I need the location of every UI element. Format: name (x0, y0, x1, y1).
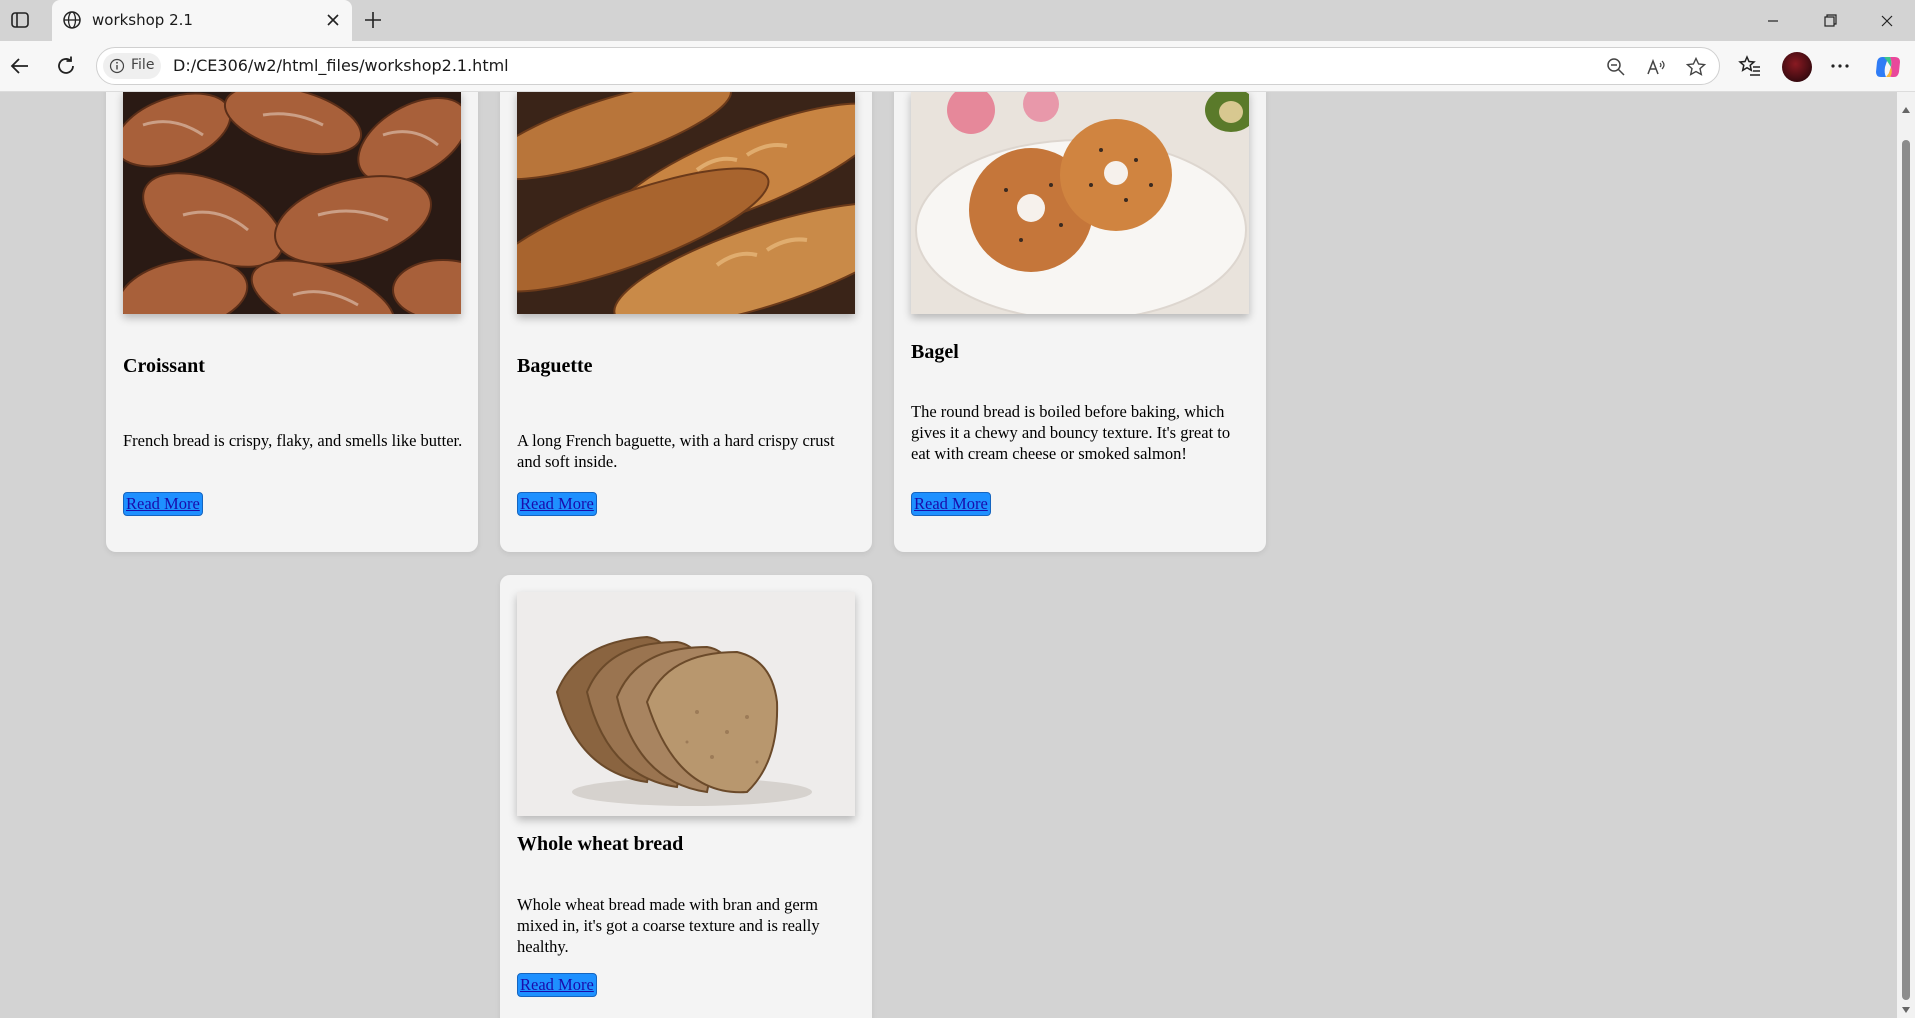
tab-actions-icon[interactable] (10, 10, 30, 30)
copilot-icon[interactable] (1874, 53, 1902, 81)
whole-wheat-bread-photo (517, 592, 855, 816)
croissant-photo (123, 92, 461, 314)
browser-tab[interactable]: workshop 2.1 (52, 0, 352, 41)
product-card: Whole wheat bread Whole wheat bread made… (500, 575, 872, 1018)
more-options-icon[interactable] (1828, 54, 1852, 78)
restore-icon[interactable] (1810, 8, 1850, 34)
file-label: File (131, 57, 155, 73)
site-info-button[interactable]: File (103, 53, 161, 79)
card-title: Bagel (911, 341, 959, 363)
back-arrow-icon[interactable] (8, 54, 32, 78)
close-icon[interactable] (324, 11, 342, 29)
url-text[interactable]: D:/CE306/w2/html_files/workshop2.1.html (173, 56, 509, 75)
scroll-up-arrow-icon[interactable] (1901, 102, 1911, 113)
product-card: Baguette A long French baguette, with a … (500, 92, 872, 552)
zoom-out-icon[interactable] (1605, 56, 1627, 78)
card-title: Baguette (517, 355, 593, 377)
address-bar[interactable]: File D:/CE306/w2/html_files/workshop2.1.… (96, 47, 1720, 85)
baguette-photo (517, 92, 855, 314)
read-more-button[interactable]: Read More (911, 492, 991, 516)
profile-avatar[interactable] (1782, 52, 1812, 82)
info-icon (109, 58, 125, 74)
reload-icon[interactable] (54, 54, 78, 78)
bagel-photo (911, 92, 1249, 314)
read-more-button[interactable]: Read More (123, 492, 203, 516)
globe-icon (62, 10, 82, 30)
product-card: Croissant French bread is crispy, flaky,… (106, 92, 478, 552)
card-title: Croissant (123, 355, 205, 377)
favorites-icon[interactable] (1738, 54, 1762, 78)
read-more-button[interactable]: Read More (517, 973, 597, 997)
new-tab-plus-icon[interactable] (362, 9, 384, 31)
minimize-icon[interactable] (1753, 8, 1793, 34)
card-title: Whole wheat bread (517, 833, 684, 855)
star-icon[interactable] (1685, 56, 1707, 78)
card-description: A long French baguette, with a hard cris… (517, 431, 835, 471)
scrollbar-thumb[interactable] (1902, 140, 1910, 1000)
page-viewport: Croissant French bread is crispy, flaky,… (0, 92, 1915, 1018)
card-description: The round bread is boiled before baking,… (911, 402, 1231, 463)
read-more-button[interactable]: Read More (517, 492, 597, 516)
card-description: Whole wheat bread made with bran and ger… (517, 895, 820, 956)
read-aloud-icon[interactable] (1645, 56, 1667, 78)
vertical-scrollbar[interactable] (1897, 92, 1915, 1018)
card-description: French bread is crispy, flaky, and smell… (123, 431, 463, 450)
window-close-icon[interactable] (1867, 8, 1907, 34)
browser-toolbar: File D:/CE306/w2/html_files/workshop2.1.… (0, 41, 1915, 92)
scroll-down-arrow-icon[interactable] (1901, 1002, 1911, 1013)
tab-strip: workshop 2.1 (0, 0, 1915, 41)
product-card: Bagel The round bread is boiled before b… (894, 92, 1266, 552)
tab-title: workshop 2.1 (92, 11, 193, 29)
